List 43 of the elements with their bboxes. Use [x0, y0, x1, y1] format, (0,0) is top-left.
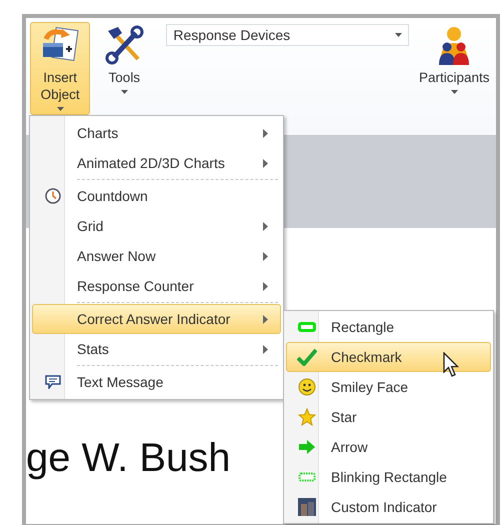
menu-item[interactable]: Smiley Face [286, 372, 491, 402]
menu-item[interactable]: Star [286, 402, 491, 432]
menu-item[interactable]: Countdown [32, 181, 281, 211]
submenu-arrow-icon [263, 344, 268, 354]
submenu-arrow-icon [263, 282, 268, 290]
submenu-arrow-icon [263, 128, 268, 138]
speech-bubble-icon [45, 375, 61, 389]
mouse-pointer-icon [443, 352, 461, 378]
dotted-rectangle-icon [298, 472, 316, 482]
menu-item[interactable]: Grid [32, 211, 281, 241]
caret-icon [394, 33, 402, 37]
right-arrow-icon [298, 439, 316, 455]
caret-icon [450, 90, 458, 94]
menu-item[interactable]: Answer Now [32, 241, 281, 271]
clock-icon [45, 188, 61, 204]
menu-item[interactable]: Rectangle [286, 312, 491, 342]
menu-item[interactable]: Response Counter [32, 271, 281, 304]
rectangle-icon [298, 322, 316, 332]
menu-item[interactable]: Text Message [32, 367, 281, 397]
hammer-and-wrench-icon [104, 25, 144, 65]
caret-icon [56, 107, 64, 111]
ribbon-button[interactable]: Tools [94, 22, 154, 98]
ribbon-button[interactable]: Insert Object [30, 22, 90, 115]
menu-item[interactable]: Custom Indicator [286, 492, 491, 522]
picture-icon [298, 498, 316, 516]
submenu-arrow-icon [263, 158, 268, 168]
menu-item[interactable]: Correct Answer Indicator [32, 304, 281, 334]
menu-item[interactable]: Charts [32, 118, 281, 148]
menu-item[interactable]: Animated 2D/3D Charts [32, 148, 281, 181]
participants-button[interactable]: Participants [412, 22, 496, 98]
caret-icon [120, 90, 128, 94]
submenu-arrow-icon [263, 314, 268, 324]
submenu-arrow-icon [263, 252, 268, 260]
menu-item[interactable]: Arrow [286, 432, 491, 462]
menu-item[interactable]: Checkmark [286, 342, 491, 372]
slide-text: ge W. Bush [26, 436, 231, 481]
submenu-arrow-icon [263, 222, 268, 230]
menu-item[interactable]: Blinking Rectangle [286, 462, 491, 492]
menu-item[interactable]: Stats [32, 334, 281, 367]
checkmark-icon [297, 348, 317, 366]
smiley-face-icon [298, 378, 316, 396]
device-dropdown[interactable]: Response Devices [166, 24, 409, 46]
star-icon [298, 408, 316, 426]
